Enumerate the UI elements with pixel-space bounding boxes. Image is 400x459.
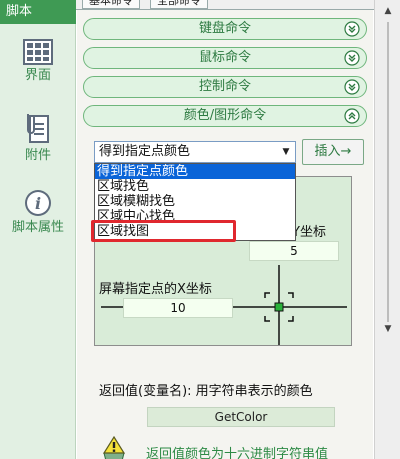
command-panel: 键盘命令 鼠标命令 控制命令 颜色/图形命令 的Y坐标 5 屏幕指定点的X坐标 … [77, 10, 373, 459]
command-label: 鼠标命令 [198, 50, 251, 65]
color-graphic-commands-button[interactable]: 颜色/图形命令 [83, 105, 367, 127]
tab-all-commands[interactable]: 全部命令 [150, 0, 208, 9]
vertical-scrollbar[interactable]: ▲ ▼ [374, 0, 400, 459]
insert-button[interactable]: 插入→ [302, 139, 364, 165]
left-sidebar: 脚本 界面 附件 i 脚本属性 [0, 0, 76, 459]
command-tabs: 基本命令 全部命令 [76, 0, 376, 10]
command-label: 控制命令 [198, 79, 251, 94]
color-command-select[interactable]: 得到指定点颜色 ▼ [94, 141, 296, 163]
dropdown-option[interactable]: 得到指定点颜色 [95, 164, 295, 179]
chevron-double-down-icon [344, 79, 360, 95]
keyboard-commands-button[interactable]: 键盘命令 [83, 18, 367, 40]
scrollbar-track[interactable] [387, 22, 389, 322]
info-icon: i [25, 190, 51, 216]
dropdown-option[interactable]: 区域模糊找色 [95, 194, 295, 209]
triangle-down-icon: ▼ [282, 147, 290, 157]
sidebar-item-script-properties[interactable]: i 脚本属性 [0, 188, 76, 236]
y-coordinate-field[interactable]: 5 [249, 241, 339, 261]
highlight-box [91, 220, 236, 242]
chevron-double-down-icon [344, 21, 360, 37]
control-commands-button[interactable]: 控制命令 [83, 76, 367, 98]
scroll-down-icon[interactable]: ▼ [381, 322, 395, 336]
command-label: 键盘命令 [198, 21, 251, 36]
return-value-label: 返回值(变量名): 用字符串表示的颜色 [99, 384, 313, 399]
tab-basic-commands[interactable]: 基本命令 [82, 0, 140, 9]
dropdown-option[interactable]: 区域找色 [95, 179, 295, 194]
select-value: 得到指定点颜色 [99, 144, 191, 159]
x-coordinate-label: 屏幕指定点的X坐标 [99, 282, 212, 297]
sidebar-item-label: 脚本属性 [11, 220, 64, 235]
warning-hint-icon [102, 435, 126, 459]
sidebar-item-attachment[interactable]: 附件 [0, 110, 76, 164]
sidebar-header: 脚本 [0, 0, 76, 24]
sidebar-item-label: 附件 [24, 148, 51, 163]
mouse-commands-button[interactable]: 鼠标命令 [83, 47, 367, 69]
sidebar-item-label: 界面 [24, 68, 51, 83]
paperclip-icon [27, 114, 49, 143]
command-label: 颜色/图形命令 [183, 108, 267, 123]
return-variable-field[interactable]: GetColor [147, 407, 335, 427]
x-coordinate-field[interactable]: 10 [123, 298, 233, 318]
grid-icon [23, 39, 53, 65]
svg-text:i: i [35, 194, 41, 213]
scroll-up-icon[interactable]: ▲ [381, 4, 395, 18]
return-value-hint: 返回值颜色为十六进制字符串值 [146, 447, 329, 459]
chevron-double-up-icon [344, 108, 360, 124]
sidebar-item-interface[interactable]: 界面 [0, 38, 76, 84]
chevron-double-down-icon [344, 50, 360, 66]
